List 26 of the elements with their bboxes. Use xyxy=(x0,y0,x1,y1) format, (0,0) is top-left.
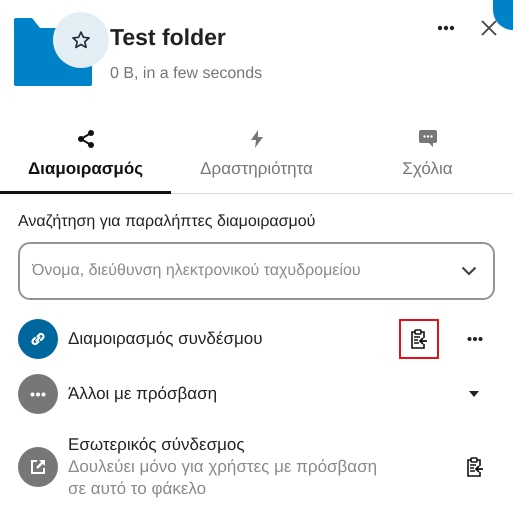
clipboard-icon[interactable] xyxy=(466,457,484,477)
search-label: Αναζήτηση για παραλήπτες διαμοιρασμού xyxy=(18,212,316,232)
link-avatar xyxy=(18,319,58,359)
clipboard-icon[interactable] xyxy=(410,329,428,349)
internal-link-avatar xyxy=(18,447,58,487)
share-icon xyxy=(76,130,94,148)
tab[interactable]: Δραστηριότητα xyxy=(171,124,342,194)
star-icon[interactable] xyxy=(71,30,91,50)
close-icon[interactable] xyxy=(481,20,497,36)
entry-description: Δουλεύει μόνο για χρήστες με πρόσβαση σε αυτό το φάκελο xyxy=(68,456,378,500)
copy-button[interactable] xyxy=(399,319,439,359)
chevron-down-icon[interactable] xyxy=(461,266,477,276)
entry-title: Διαμοιρασμός συνδέσμου xyxy=(68,328,264,350)
more-icon[interactable] xyxy=(467,336,483,342)
panel-edge xyxy=(493,0,513,30)
folder-meta: 0 B, in a few seconds xyxy=(110,64,264,84)
folder-title: Test folder xyxy=(110,23,227,52)
dropdown-caret-icon[interactable] xyxy=(469,391,479,397)
lightning-icon xyxy=(250,130,262,148)
entry-title: Εσωτερικός σύνδεσμος xyxy=(68,434,246,456)
comment-icon xyxy=(418,130,436,147)
others-avatar xyxy=(18,374,58,414)
tab[interactable]: Διαμοιρασμός xyxy=(0,124,171,194)
more-icon[interactable] xyxy=(437,25,455,31)
entry-title[interactable]: Άλλοι με πρόσβαση xyxy=(68,381,469,407)
tab[interactable]: Σχόλια xyxy=(342,124,513,194)
